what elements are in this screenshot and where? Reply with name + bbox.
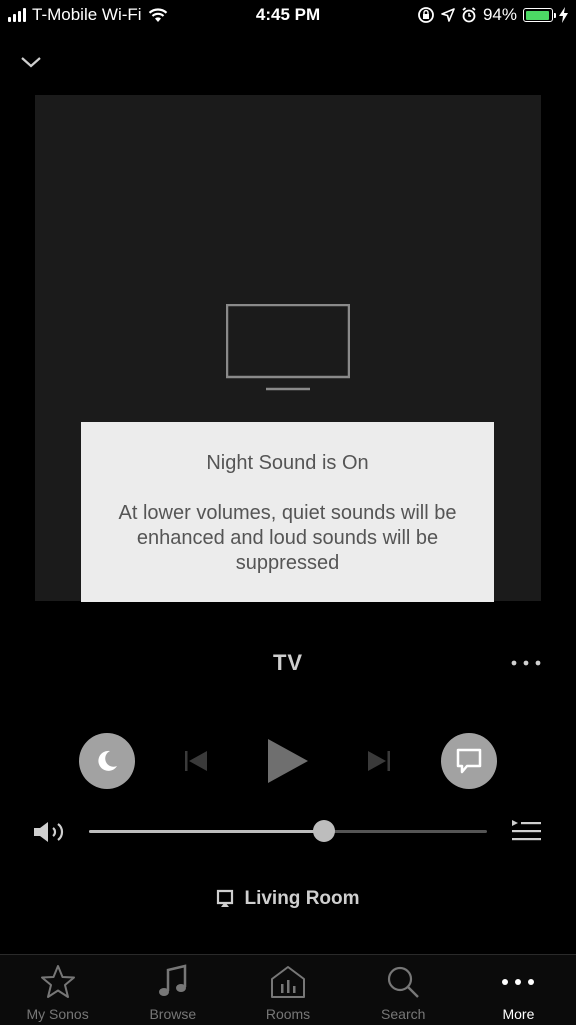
previous-track-icon[interactable] bbox=[181, 747, 211, 775]
volume-knob[interactable] bbox=[312, 820, 335, 842]
tab-my-sonos[interactable]: My Sonos bbox=[0, 955, 115, 1025]
room-selector[interactable]: Living Room bbox=[0, 888, 576, 910]
tab-label: Browse bbox=[149, 1006, 197, 1022]
toast-body: At lower volumes, quiet sounds will be e… bbox=[118, 502, 457, 574]
night-sound-toast: Night Sound is On At lower volumes, quie… bbox=[81, 422, 494, 602]
status-bar: T-Mobile Wi-Fi 4:45 PM 94% bbox=[0, 0, 576, 30]
speech-enhancement-button[interactable] bbox=[441, 733, 497, 789]
next-track-icon[interactable] bbox=[364, 747, 394, 775]
now-playing-title: TV bbox=[272, 650, 304, 675]
room-speaker-icon bbox=[217, 889, 234, 907]
music-note-icon bbox=[158, 964, 187, 996]
volume-slider[interactable] bbox=[89, 820, 487, 842]
speaker-volume-icon[interactable] bbox=[31, 818, 69, 846]
room-name: Living Room bbox=[244, 888, 360, 909]
volume-fill bbox=[89, 830, 324, 833]
tab-label: More bbox=[502, 1006, 535, 1022]
alarm-icon bbox=[462, 7, 476, 23]
night-sound-button[interactable] bbox=[79, 733, 135, 789]
status-right: 94% bbox=[417, 5, 568, 25]
queue-icon[interactable] bbox=[509, 818, 543, 844]
collapse-chevron-icon[interactable] bbox=[18, 52, 44, 72]
moon-icon bbox=[98, 750, 117, 771]
more-options-icon[interactable] bbox=[509, 655, 543, 671]
house-icon bbox=[271, 966, 305, 998]
tv-icon bbox=[226, 304, 350, 391]
tab-label: Search bbox=[381, 1006, 426, 1022]
speech-bubble-icon bbox=[456, 748, 482, 774]
tab-bar: My Sonos Browse Rooms Search More bbox=[0, 954, 576, 1025]
tab-more[interactable]: More bbox=[461, 955, 576, 1025]
screen-lock-icon bbox=[418, 7, 434, 23]
location-icon bbox=[441, 8, 455, 22]
tab-label: Rooms bbox=[265, 1006, 311, 1022]
tab-rooms[interactable]: Rooms bbox=[230, 955, 345, 1025]
charging-icon bbox=[559, 7, 568, 23]
toast-title: Night Sound is On bbox=[206, 452, 369, 474]
battery-icon bbox=[523, 8, 556, 22]
star-icon bbox=[40, 965, 75, 998]
tab-browse[interactable]: Browse bbox=[115, 955, 230, 1025]
search-icon bbox=[388, 966, 420, 998]
more-dots-icon bbox=[502, 979, 535, 985]
play-icon[interactable] bbox=[264, 737, 310, 785]
tab-search[interactable]: Search bbox=[346, 955, 461, 1025]
battery-fill bbox=[525, 10, 549, 20]
tab-label: My Sonos bbox=[26, 1006, 89, 1022]
battery-percent: 94% bbox=[482, 5, 517, 24]
